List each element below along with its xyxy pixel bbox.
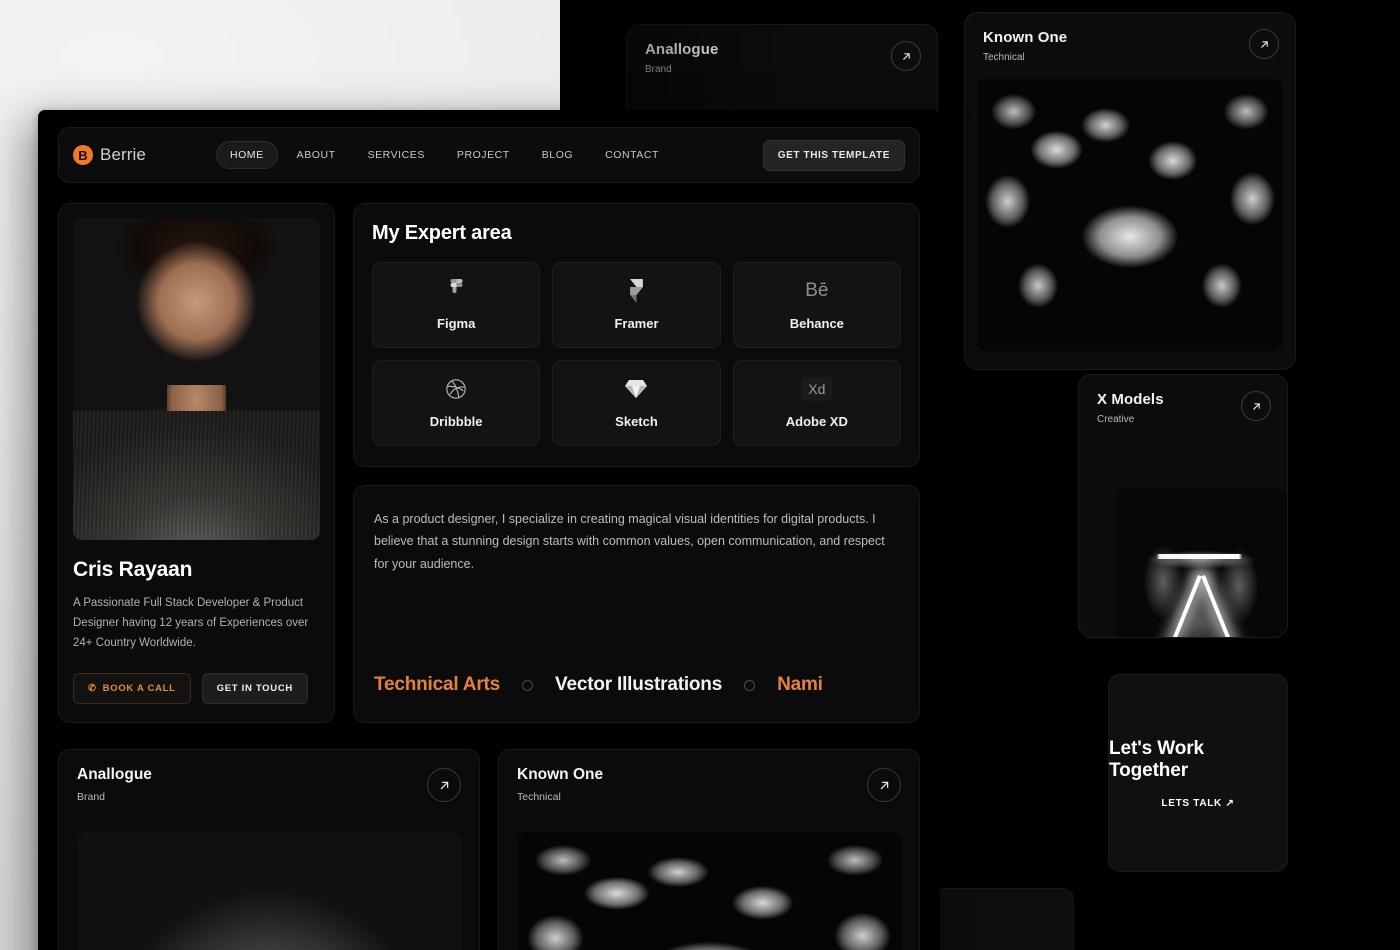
tool-sketch[interactable]: Sketch: [552, 360, 721, 446]
sketch-icon: [624, 377, 648, 401]
profile-name: Cris Rayaan: [73, 558, 193, 581]
tool-dribbble[interactable]: Dribbble: [372, 360, 541, 446]
nav-links: HOME ABOUT SERVICES PROJECT BLOG CONTACT: [215, 141, 672, 169]
figma-icon: [448, 279, 465, 303]
hero-right-column: My Expert area Figma Framer Bē Behance D…: [353, 203, 920, 723]
berrie-b-icon: B: [73, 145, 93, 165]
tool-name: Adobe XD: [785, 414, 848, 429]
skills-marquee: Technical Arts Vector Illustrations Nami: [354, 674, 919, 696]
tool-framer[interactable]: Framer: [552, 262, 721, 348]
project-image-masks: [517, 832, 901, 950]
arrow-up-right-icon: ↗: [1225, 797, 1235, 809]
foreground-site-panel: B Berrie HOME ABOUT SERVICES PROJECT BLO…: [38, 110, 940, 950]
dribbble-icon: [445, 377, 467, 401]
bg-cta-card[interactable]: Let's Work Together LETS TALK ↗: [1108, 674, 1288, 872]
project-title: Known One: [517, 766, 604, 784]
arrow-up-right-icon[interactable]: [1241, 391, 1271, 421]
brand-name: Berrie: [100, 145, 146, 164]
marquee-item-vector-illustrations: Vector Illustrations: [555, 674, 723, 695]
neon-bar-right: [1200, 574, 1233, 637]
navbar: B Berrie HOME ABOUT SERVICES PROJECT BLO…: [58, 127, 920, 183]
tool-name: Figma: [437, 316, 476, 331]
project-category: Technical: [517, 791, 561, 804]
about-text: As a product designer, I specialize in c…: [374, 512, 885, 571]
nav-link-about[interactable]: ABOUT: [284, 142, 349, 168]
arrow-up-right-icon[interactable]: [1249, 29, 1279, 59]
bg-card-category: Brand: [645, 64, 672, 75]
bg-project-card-known-one[interactable]: Known One Technical: [964, 12, 1296, 370]
project-category: Brand: [77, 791, 106, 804]
tool-adobe-xd[interactable]: Xd Adobe XD: [732, 360, 901, 446]
project-card-known-one[interactable]: Known One Technical: [498, 749, 920, 950]
get-in-touch-button[interactable]: GET IN TOUCH: [201, 673, 308, 705]
about-card: As a product designer, I specialize in c…: [353, 485, 920, 723]
get-this-template-button[interactable]: GET THIS TEMPLATE: [762, 139, 905, 171]
portrait-photo: [73, 218, 320, 540]
tool-name: Sketch: [615, 414, 658, 429]
behance-icon: Bē: [805, 280, 829, 301]
nav-link-blog[interactable]: BLOG: [529, 142, 586, 168]
tool-behance[interactable]: Bē Behance: [732, 262, 901, 348]
bg-card-image-masks: [977, 79, 1283, 351]
expert-area-card: My Expert area Figma Framer Bē Behance D…: [353, 203, 920, 467]
brand-logo[interactable]: B Berrie: [73, 145, 146, 165]
bg-card-title: Anallogue: [645, 41, 719, 58]
cta-title: Let's Work Together: [1109, 737, 1205, 781]
neon-bar-left: [1170, 574, 1202, 637]
portrait-sweater: [73, 411, 320, 540]
phone-icon: ✆: [88, 683, 97, 695]
marquee-item-technical-arts: Technical Arts: [374, 674, 501, 695]
marquee-separator-dot: [522, 679, 534, 691]
book-a-call-button[interactable]: ✆ BOOK A CALL: [73, 673, 191, 705]
framer-icon: [628, 279, 645, 303]
profile-actions: ✆ BOOK A CALL GET IN TOUCH: [73, 673, 320, 705]
nav-link-contact[interactable]: CONTACT: [592, 142, 672, 168]
profile-bio: A Passionate Full Stack Developer & Prod…: [73, 597, 309, 650]
marquee-separator-dot: [744, 679, 756, 691]
arrow-up-right-icon[interactable]: [891, 41, 921, 71]
nav-link-services[interactable]: SERVICES: [355, 142, 438, 168]
profile-card: Cris Rayaan A Passionate Full Stack Deve…: [58, 203, 335, 724]
nav-link-home[interactable]: HOME: [215, 141, 278, 169]
marquee-item-naming: Nami: [777, 674, 823, 695]
lets-talk-label: LETS TALK: [1161, 797, 1222, 809]
tool-figma[interactable]: Figma: [372, 262, 541, 348]
book-a-call-label: BOOK A CALL: [102, 683, 176, 695]
expert-area-title: My Expert area: [372, 222, 512, 244]
bg-card-category: Technical: [983, 52, 1025, 63]
projects-section: Anallogue Brand Known One Technical: [58, 749, 920, 950]
tool-grid: Figma Framer Bē Behance Dribbble Sketch …: [372, 262, 901, 446]
tool-name: Dribbble: [429, 414, 483, 429]
tool-name: Behance: [789, 316, 844, 331]
adobe-xd-icon: Xd: [801, 377, 833, 401]
bg-card-image-neon: [1115, 489, 1287, 637]
bg-card-title: Known One: [983, 29, 1068, 46]
project-image-sphere: [77, 832, 461, 950]
nav-link-project[interactable]: PROJECT: [444, 142, 523, 168]
tool-name: Framer: [614, 316, 659, 331]
bg-project-card-x-models[interactable]: X Models Creative: [1078, 374, 1288, 638]
lets-talk-link[interactable]: LETS TALK ↗: [1161, 798, 1234, 809]
bg-card-category: Creative: [1097, 414, 1135, 425]
project-card-anallogue[interactable]: Anallogue Brand: [58, 749, 480, 950]
hero-section: Cris Rayaan A Passionate Full Stack Deve…: [58, 203, 920, 724]
project-title: Anallogue: [77, 766, 152, 784]
